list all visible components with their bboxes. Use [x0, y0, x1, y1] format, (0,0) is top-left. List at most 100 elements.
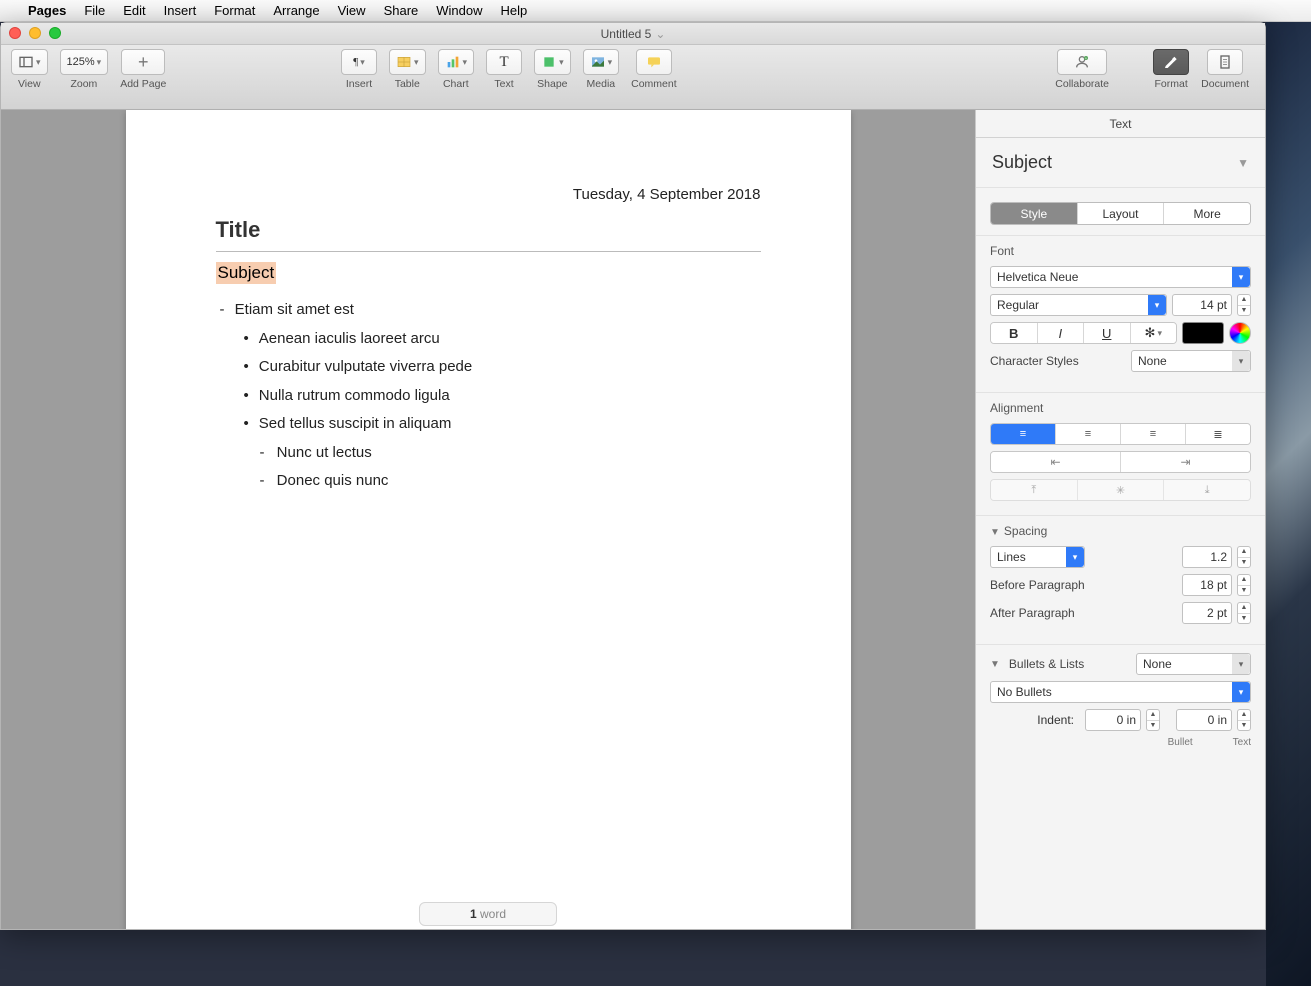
- segment-layout[interactable]: Layout: [1077, 203, 1164, 224]
- text-button[interactable]: T: [486, 49, 522, 75]
- list-item[interactable]: Aenean iaculis laoreet arcu: [216, 325, 761, 354]
- before-stepper[interactable]: ▲▼: [1237, 574, 1251, 596]
- pages-window: Untitled 5⌄ ▾ View 125%▾ Zoom + Add Page…: [0, 22, 1266, 930]
- list-item-text: Nulla rutrum commodo ligula: [259, 387, 450, 404]
- after-para-field[interactable]: 2 pt: [1182, 602, 1232, 624]
- indent-text-sublabel: Text: [1233, 737, 1251, 748]
- bullets-section: ▼ Bullets & Lists None ▾ No Bullets ▾ In…: [976, 644, 1265, 762]
- window-close-button[interactable]: [9, 27, 21, 39]
- inspector-segment[interactable]: Style Layout More: [990, 202, 1251, 225]
- view-button[interactable]: ▾: [11, 49, 48, 75]
- indent-bullet-field[interactable]: 0 in: [1085, 709, 1141, 731]
- font-family-select[interactable]: Helvetica Neue ▾: [990, 266, 1251, 288]
- valign-bottom-button[interactable]: ⤓: [1163, 480, 1250, 500]
- document-inspector-button[interactable]: [1207, 49, 1243, 75]
- zoom-label: Zoom: [70, 78, 97, 90]
- list-item[interactable]: Nulla rutrum commodo ligula: [216, 382, 761, 411]
- menu-insert[interactable]: Insert: [164, 3, 197, 18]
- align-left-button[interactable]: ≡: [991, 424, 1055, 444]
- indent-button[interactable]: ⇥: [1120, 452, 1250, 472]
- list-item[interactable]: Etiam sit amet est: [216, 296, 761, 325]
- list-item[interactable]: Sed tellus suscipit in aliquam: [216, 410, 761, 439]
- after-para-label: After Paragraph: [990, 606, 1177, 620]
- media-button[interactable]: ▾: [583, 49, 620, 75]
- spacing-stepper[interactable]: ▲▼: [1237, 546, 1251, 568]
- shape-label: Shape: [537, 78, 567, 90]
- format-inspector-button[interactable]: [1153, 49, 1189, 75]
- list-item-text: Aenean iaculis laoreet arcu: [259, 330, 440, 347]
- document-subject-selected[interactable]: Subject: [216, 262, 277, 284]
- font-style-select[interactable]: Regular ▾: [990, 294, 1167, 316]
- app-menu[interactable]: Pages: [28, 3, 66, 18]
- align-right-button[interactable]: ≡: [1120, 424, 1185, 444]
- title-chevron-icon[interactable]: ⌄: [655, 27, 665, 41]
- horizontal-align-buttons: ≡ ≡ ≡ ≣: [990, 423, 1251, 445]
- chart-label: Chart: [443, 78, 469, 90]
- media-label: Media: [587, 78, 616, 90]
- menu-edit[interactable]: Edit: [123, 3, 145, 18]
- bold-button[interactable]: B: [991, 323, 1037, 343]
- document-title[interactable]: Title: [216, 217, 761, 243]
- underline-button[interactable]: U: [1083, 323, 1130, 343]
- window-zoom-button[interactable]: [49, 27, 61, 39]
- disclosure-triangle-icon[interactable]: ▼: [990, 527, 1000, 538]
- valign-middle-button[interactable]: ✳: [1077, 480, 1164, 500]
- menu-share[interactable]: Share: [384, 3, 419, 18]
- insert-button[interactable]: ¶▾: [341, 49, 377, 75]
- indent-bullet-stepper[interactable]: ▲▼: [1146, 709, 1160, 731]
- menu-arrange[interactable]: Arrange: [273, 3, 319, 18]
- segment-more[interactable]: More: [1163, 203, 1250, 224]
- align-center-button[interactable]: ≡: [1055, 424, 1120, 444]
- page[interactable]: Tuesday, 4 September 2018 Title Subject …: [126, 110, 851, 929]
- font-size-field[interactable]: 14 pt: [1172, 294, 1232, 316]
- paragraph-style-name[interactable]: Subject: [992, 152, 1052, 173]
- after-stepper[interactable]: ▲▼: [1237, 602, 1251, 624]
- svg-text:+: +: [1085, 56, 1087, 60]
- comment-button[interactable]: [636, 49, 672, 75]
- char-styles-value: None: [1138, 354, 1167, 368]
- zoom-button[interactable]: 125%▾: [60, 49, 109, 75]
- list-item[interactable]: Donec quis nunc: [216, 467, 761, 496]
- align-justify-button[interactable]: ≣: [1185, 424, 1250, 444]
- indent-text-field[interactable]: 0 in: [1176, 709, 1232, 731]
- bullets-preset-select[interactable]: None ▾: [1136, 653, 1251, 675]
- text-color-swatch[interactable]: [1182, 322, 1224, 344]
- table-button[interactable]: ▾: [389, 49, 426, 75]
- font-size-stepper[interactable]: ▲▼: [1237, 294, 1251, 316]
- add-page-button[interactable]: +: [121, 49, 165, 75]
- indent-text-stepper[interactable]: ▲▼: [1237, 709, 1251, 731]
- bullets-style-select[interactable]: No Bullets ▾: [990, 681, 1251, 703]
- inspector-tab-text[interactable]: Text: [976, 110, 1265, 138]
- spacing-mode-select[interactable]: Lines ▾: [990, 546, 1085, 568]
- menu-file[interactable]: File: [84, 3, 105, 18]
- color-picker-icon[interactable]: [1229, 322, 1251, 344]
- advanced-text-button[interactable]: ✻▾: [1130, 323, 1177, 343]
- word-count-pill[interactable]: 1 word: [419, 902, 557, 926]
- document-canvas[interactable]: Tuesday, 4 September 2018 Title Subject …: [1, 110, 975, 929]
- menu-view[interactable]: View: [338, 3, 366, 18]
- menu-format[interactable]: Format: [214, 3, 255, 18]
- word-count-label: word: [477, 907, 506, 921]
- after-para-value: 2 pt: [1207, 606, 1227, 620]
- shape-button[interactable]: ▾: [534, 49, 571, 75]
- segment-style[interactable]: Style: [991, 203, 1077, 224]
- char-styles-select[interactable]: None ▾: [1131, 350, 1251, 372]
- window-titlebar[interactable]: Untitled 5⌄: [1, 23, 1265, 45]
- window-minimize-button[interactable]: [29, 27, 41, 39]
- spacing-value-field[interactable]: 1.2: [1182, 546, 1232, 568]
- style-chevron-icon[interactable]: ▼: [1237, 156, 1249, 170]
- chart-button[interactable]: ▾: [438, 49, 475, 75]
- valign-top-button[interactable]: ⤒: [991, 480, 1077, 500]
- list-item[interactable]: Nunc ut lectus: [216, 439, 761, 468]
- collaborate-button[interactable]: +: [1057, 49, 1107, 75]
- document-date[interactable]: Tuesday, 4 September 2018: [216, 186, 761, 203]
- menu-help[interactable]: Help: [501, 3, 528, 18]
- menu-window[interactable]: Window: [436, 3, 482, 18]
- outdent-button[interactable]: ⇤: [991, 452, 1120, 472]
- list-item[interactable]: Curabitur vulputate viverra pede: [216, 353, 761, 382]
- disclosure-triangle-icon[interactable]: ▼: [990, 659, 1000, 670]
- italic-button[interactable]: I: [1037, 323, 1084, 343]
- font-size-value: 14 pt: [1200, 298, 1227, 312]
- insert-label: Insert: [346, 78, 372, 90]
- before-para-field[interactable]: 18 pt: [1182, 574, 1232, 596]
